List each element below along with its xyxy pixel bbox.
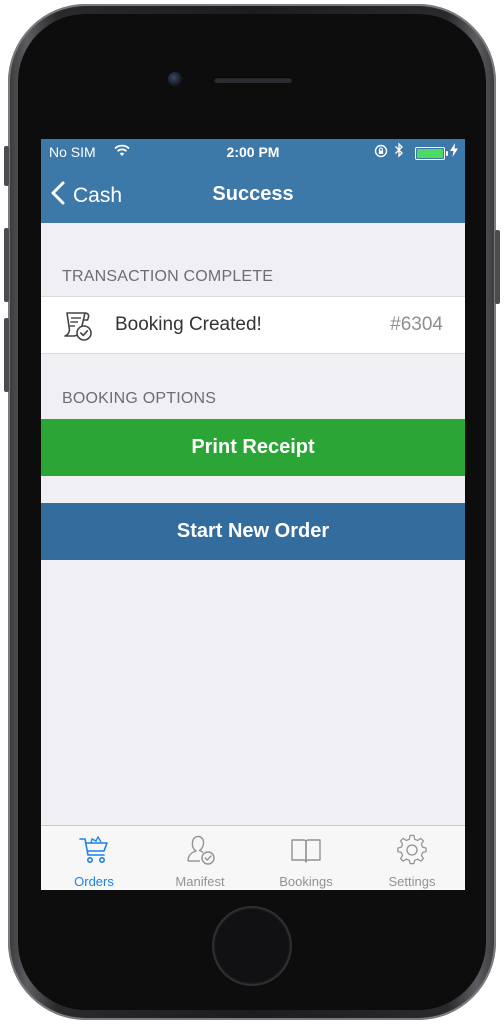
power-button	[495, 230, 500, 304]
tab-manifest[interactable]: Manifest	[147, 826, 253, 890]
transaction-section-header: TRANSACTION COMPLETE	[62, 268, 274, 285]
navigation-bar: Cash Success	[41, 165, 465, 223]
earpiece-speaker	[214, 77, 292, 83]
battery-fill	[417, 149, 443, 158]
page-title: Success	[212, 183, 294, 205]
tab-settings[interactable]: Settings	[359, 826, 465, 890]
tab-bookings[interactable]: Bookings	[253, 826, 359, 890]
tab-manifest-label: Manifest	[175, 874, 225, 889]
booking-options-header: BOOKING OPTIONS	[62, 390, 217, 407]
tab-orders[interactable]: Orders	[41, 826, 147, 890]
front-camera	[168, 72, 182, 86]
tab-bookings-label: Bookings	[279, 874, 333, 889]
volume-down-button	[4, 318, 9, 392]
print-receipt-button[interactable]: Print Receipt	[41, 419, 465, 476]
booking-created-label: Booking Created!	[115, 314, 262, 335]
home-button[interactable]	[214, 908, 290, 984]
app-screen: No SIM 2:00 PM Cash Success TRANSACTION …	[41, 139, 465, 890]
receipt-check-icon	[61, 310, 95, 342]
booking-created-row: Booking Created! #6304	[41, 296, 465, 354]
status-bar: No SIM 2:00 PM	[41, 139, 465, 165]
tab-orders-label: Orders	[74, 874, 114, 889]
tab-bar: Orders Manifest Bookings Settings	[41, 825, 465, 890]
orientation-lock-icon	[374, 144, 388, 161]
bluetooth-icon	[394, 142, 404, 161]
start-new-order-button[interactable]: Start New Order	[41, 503, 465, 560]
mute-switch	[4, 146, 9, 186]
tab-settings-label: Settings	[388, 874, 436, 889]
battery-nub	[446, 151, 448, 156]
volume-up-button	[4, 228, 9, 302]
booking-number: #6304	[390, 314, 443, 335]
charging-bolt-icon	[450, 143, 458, 160]
battery-icon	[415, 147, 448, 160]
